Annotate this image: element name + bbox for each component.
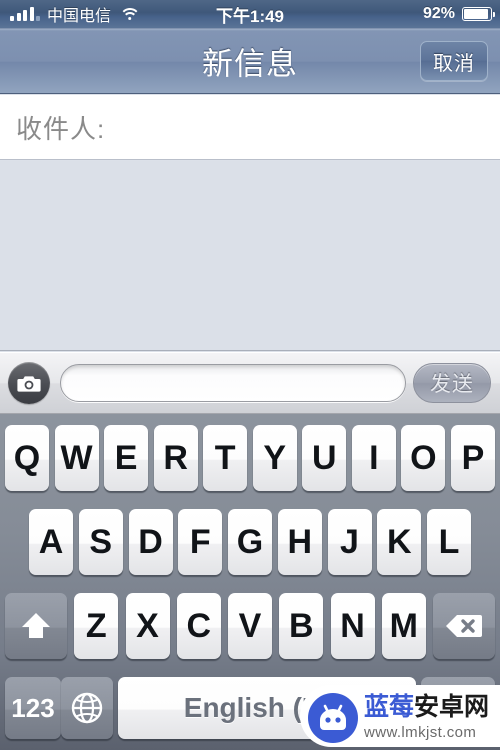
key-r[interactable]: R <box>153 425 198 491</box>
key-d[interactable]: D <box>128 509 173 575</box>
numeric-key-123[interactable]: 123 <box>5 677 61 739</box>
recipient-input[interactable] <box>105 95 500 159</box>
key-a[interactable]: A <box>29 509 73 575</box>
key-c[interactable]: C <box>176 593 221 659</box>
backspace-glyph <box>446 615 482 637</box>
message-thread-area <box>0 161 500 351</box>
key-l[interactable]: L <box>427 509 471 575</box>
key-i[interactable]: I <box>351 425 396 491</box>
keyboard-row-2: A S D F G H J K L <box>0 504 500 580</box>
globe-glyph <box>71 692 103 724</box>
key-v[interactable]: V <box>228 593 272 659</box>
shift-arrow-icon <box>22 613 50 638</box>
send-button[interactable]: 发送 <box>413 363 491 403</box>
onscreen-keyboard: Q W E R T Y U I O P A S D F G H J K L Z … <box>0 414 500 750</box>
key-j[interactable]: J <box>327 509 372 575</box>
camera-icon[interactable] <box>8 362 50 404</box>
key-s[interactable]: S <box>78 509 123 575</box>
key-b[interactable]: B <box>279 593 324 659</box>
key-o[interactable]: O <box>401 425 446 491</box>
battery-icon <box>462 7 496 21</box>
keyboard-row-1: Q W E R T Y U I O P <box>0 420 500 496</box>
key-t[interactable]: T <box>203 425 248 491</box>
signal-bars-icon <box>10 7 40 21</box>
navigation-bar: 新信息 取消 <box>0 29 500 94</box>
return-key[interactable] <box>421 677 495 739</box>
globe-keyboard-switch-icon[interactable] <box>61 677 113 739</box>
recipient-label: 收件人: <box>16 113 106 144</box>
shift-key[interactable] <box>5 593 67 659</box>
space-key[interactable]: English (US) <box>118 677 416 739</box>
message-input[interactable] <box>60 364 406 402</box>
status-bar-left: 中国电信 <box>0 2 141 26</box>
wifi-icon <box>119 7 141 21</box>
key-h[interactable]: H <box>277 509 322 575</box>
key-p[interactable]: P <box>450 425 495 491</box>
key-q[interactable]: Q <box>5 425 49 491</box>
key-f[interactable]: F <box>178 509 223 575</box>
status-bar: 中国电信 下午1:49 92% <box>0 0 500 29</box>
key-u[interactable]: U <box>302 425 347 491</box>
key-y[interactable]: Y <box>252 425 297 491</box>
keyboard-row-3: Z X C V B N M <box>0 588 500 664</box>
backspace-delete-icon[interactable] <box>433 593 495 659</box>
key-n[interactable]: N <box>330 593 375 659</box>
battery-percent-label: 92% <box>422 5 455 22</box>
recipient-row[interactable]: 收件人: <box>0 95 500 160</box>
cancel-button[interactable]: 取消 <box>420 41 488 81</box>
key-w[interactable]: W <box>54 425 99 491</box>
status-bar-right: 92% <box>422 5 496 23</box>
camera-glyph <box>17 375 41 392</box>
key-k[interactable]: K <box>377 509 422 575</box>
key-x[interactable]: X <box>125 593 170 659</box>
phone-screen: 中国电信 下午1:49 92% 新信息 取消 收件人: 发送 Q W E R T… <box>0 0 500 750</box>
key-e[interactable]: E <box>104 425 149 491</box>
keyboard-row-4: 123 English (US) <box>0 672 500 744</box>
key-m[interactable]: M <box>381 593 426 659</box>
key-g[interactable]: G <box>228 509 272 575</box>
carrier-name: 中国电信 <box>47 8 112 25</box>
compose-toolbar: 发送 <box>0 352 500 414</box>
key-z[interactable]: Z <box>74 593 119 659</box>
